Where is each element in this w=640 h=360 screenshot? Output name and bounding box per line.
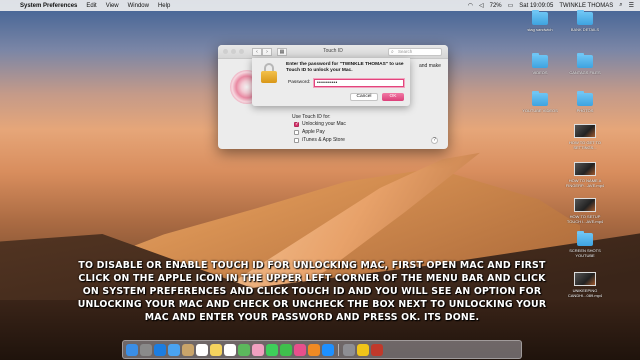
dock-separator — [338, 343, 339, 356]
desktop-icon-screen-shots[interactable]: SCREEN SHOTS YOUTUBE — [563, 231, 607, 258]
spotlight-icon[interactable]: ⌕ — [619, 2, 622, 9]
menu-view[interactable]: View — [106, 3, 119, 9]
folder-icon — [577, 53, 593, 68]
desktop-icon-label: stag sandwich — [527, 27, 553, 32]
desktop-icon-label: CANTAGS FILES — [569, 70, 601, 75]
video-thumbnail — [574, 162, 596, 176]
dock-chrome-icon[interactable] — [357, 343, 369, 356]
dock-safari-icon[interactable] — [154, 343, 166, 356]
menu-window[interactable]: Window — [128, 3, 149, 9]
dock-ibooks-icon[interactable] — [308, 343, 320, 356]
desktop-icon-stag-sandwich[interactable]: stag sandwich — [518, 10, 562, 32]
menu-user[interactable]: TWINKLE THOMAS — [559, 3, 613, 9]
dock-finder-icon[interactable] — [126, 343, 138, 356]
desktop-icon-label: PHOTOS — [576, 108, 594, 113]
desktop-icon-label: HOW TO SETUP TOUCH I...AVE.mp4 — [566, 214, 604, 224]
desktop-icon-youtube-videos[interactable]: YOUTUBE VIDEOS — [518, 91, 562, 113]
add-fingerprint-text: and make — [419, 63, 441, 69]
desktop-icon-bank-details[interactable]: BANK DETAILS — [563, 10, 607, 32]
folder-icon — [532, 53, 548, 68]
dock-itunes-icon[interactable] — [294, 343, 306, 356]
desktop-icon-label: BANK DETAILS — [570, 27, 600, 32]
wifi-icon[interactable]: ◠ — [468, 2, 473, 9]
password-field[interactable]: •••••••••• — [314, 79, 404, 87]
desktop-icon-video-4[interactable]: UNIKEEPING CANDHI...089.mp4 — [563, 272, 607, 298]
checkbox-label: Unlocking your Mac — [302, 121, 346, 127]
apple-menu-icon[interactable] — [6, 2, 12, 9]
menu-app-name[interactable]: System Preferences — [20, 3, 77, 9]
video-thumbnail — [574, 124, 596, 138]
battery-icon[interactable]: ▭ — [508, 2, 514, 9]
checkbox-unlocking-mac[interactable]: Unlocking your Mac — [294, 121, 346, 127]
instruction-caption: TO DISABLE OR ENABLE TOUCH ID FOR UNLOCK… — [77, 260, 547, 323]
help-button[interactable]: ? — [431, 137, 438, 144]
password-label: Password: — [288, 80, 311, 85]
dock-photos-icon[interactable] — [252, 343, 264, 356]
use-touch-id-label: Use Touch ID for: — [292, 114, 331, 120]
dock-facetime-icon[interactable] — [280, 343, 292, 356]
dock-mail-icon[interactable] — [168, 343, 180, 356]
dock-app-store-icon[interactable] — [322, 343, 334, 356]
folder-icon — [532, 10, 548, 25]
ok-button[interactable]: OK — [382, 93, 404, 101]
notification-center-icon[interactable]: ☰ — [629, 2, 634, 9]
dock-maps-icon[interactable] — [238, 343, 250, 356]
video-thumbnail — [574, 198, 596, 212]
menu-bar-extras: ◠ ◁ 72% ▭ Sat 19:09:05 TWINKLE THOMAS ⌕ … — [468, 2, 634, 9]
desktop-icon-label: HOW TO GET TO SETTINGS... — [568, 140, 602, 150]
dock-messages-icon[interactable] — [266, 343, 278, 356]
dock-system-preferences-icon[interactable] — [343, 343, 355, 356]
checkbox-itunes-app-store[interactable]: iTunes & App Store — [294, 137, 345, 143]
dock-notes-icon[interactable] — [210, 343, 222, 356]
checkbox-apple-pay[interactable]: Apple Pay — [294, 129, 325, 135]
lock-icon — [261, 63, 277, 83]
search-placeholder: Search — [398, 49, 413, 54]
search-field[interactable]: ⌕ Search — [388, 48, 442, 56]
checkbox-icon[interactable] — [294, 137, 299, 143]
password-sheet: Enter the password for "TWINKLE THOMAS" … — [252, 58, 410, 106]
dock-photo-booth-icon[interactable] — [371, 343, 383, 356]
search-icon: ⌕ — [391, 49, 394, 55]
menu-edit[interactable]: Edit — [86, 3, 96, 9]
desktop-icon-label: HOW TO NAME A FINGERP....AVE.mp4 — [565, 178, 605, 188]
cancel-button[interactable]: Cancel — [350, 93, 378, 101]
window-titlebar[interactable]: ‹ › ▦ Touch ID ⌕ Search — [218, 45, 448, 59]
dock-launchpad-icon[interactable] — [140, 343, 152, 356]
checkbox-checked-icon[interactable] — [294, 121, 299, 127]
dock-contacts-icon[interactable] — [182, 343, 194, 356]
checkbox-label: iTunes & App Store — [302, 137, 345, 143]
desktop-icon-label: UNIKEEPING CANDHI...089.mp4 — [567, 288, 603, 298]
dock-calendar-icon[interactable] — [196, 343, 208, 356]
volume-icon[interactable]: ◁ — [479, 2, 484, 9]
checkbox-icon[interactable] — [294, 129, 299, 135]
desktop-icon-photos[interactable]: PHOTOS — [563, 91, 607, 113]
folder-icon — [577, 231, 593, 246]
menu-help[interactable]: Help — [158, 3, 170, 9]
menu-bar: System Preferences Edit View Window Help… — [0, 0, 640, 11]
desktop-icon-video-3[interactable]: HOW TO SETUP TOUCH I...AVE.mp4 — [563, 198, 607, 224]
folder-icon — [577, 10, 593, 25]
dock-reminders-icon[interactable] — [224, 343, 236, 356]
dock — [122, 340, 522, 359]
folder-icon — [577, 91, 593, 106]
desktop-icon-video-2[interactable]: HOW TO NAME A FINGERP....AVE.mp4 — [563, 162, 607, 188]
desktop-icon-label: YOUTUBE VIDEOS — [522, 108, 558, 113]
desktop-icon-cantags-files[interactable]: CANTAGS FILES — [563, 53, 607, 75]
folder-icon — [532, 91, 548, 106]
desktop-icon-videos[interactable]: VIDEOS — [518, 53, 562, 75]
video-thumbnail — [574, 272, 596, 286]
desktop: System Preferences Edit View Window Help… — [0, 0, 640, 360]
battery-percent[interactable]: 72% — [490, 3, 502, 9]
desktop-icon-label: SCREEN SHOTS YOUTUBE — [569, 248, 601, 258]
sheet-message: Enter the password for "TWINKLE THOMAS" … — [286, 62, 404, 73]
desktop-icon-label: VIDEOS — [532, 70, 548, 75]
checkbox-label: Apple Pay — [302, 129, 325, 135]
desktop-icon-video-1[interactable]: HOW TO GET TO SETTINGS... — [563, 124, 607, 150]
menu-clock[interactable]: Sat 19:09:05 — [519, 3, 553, 9]
